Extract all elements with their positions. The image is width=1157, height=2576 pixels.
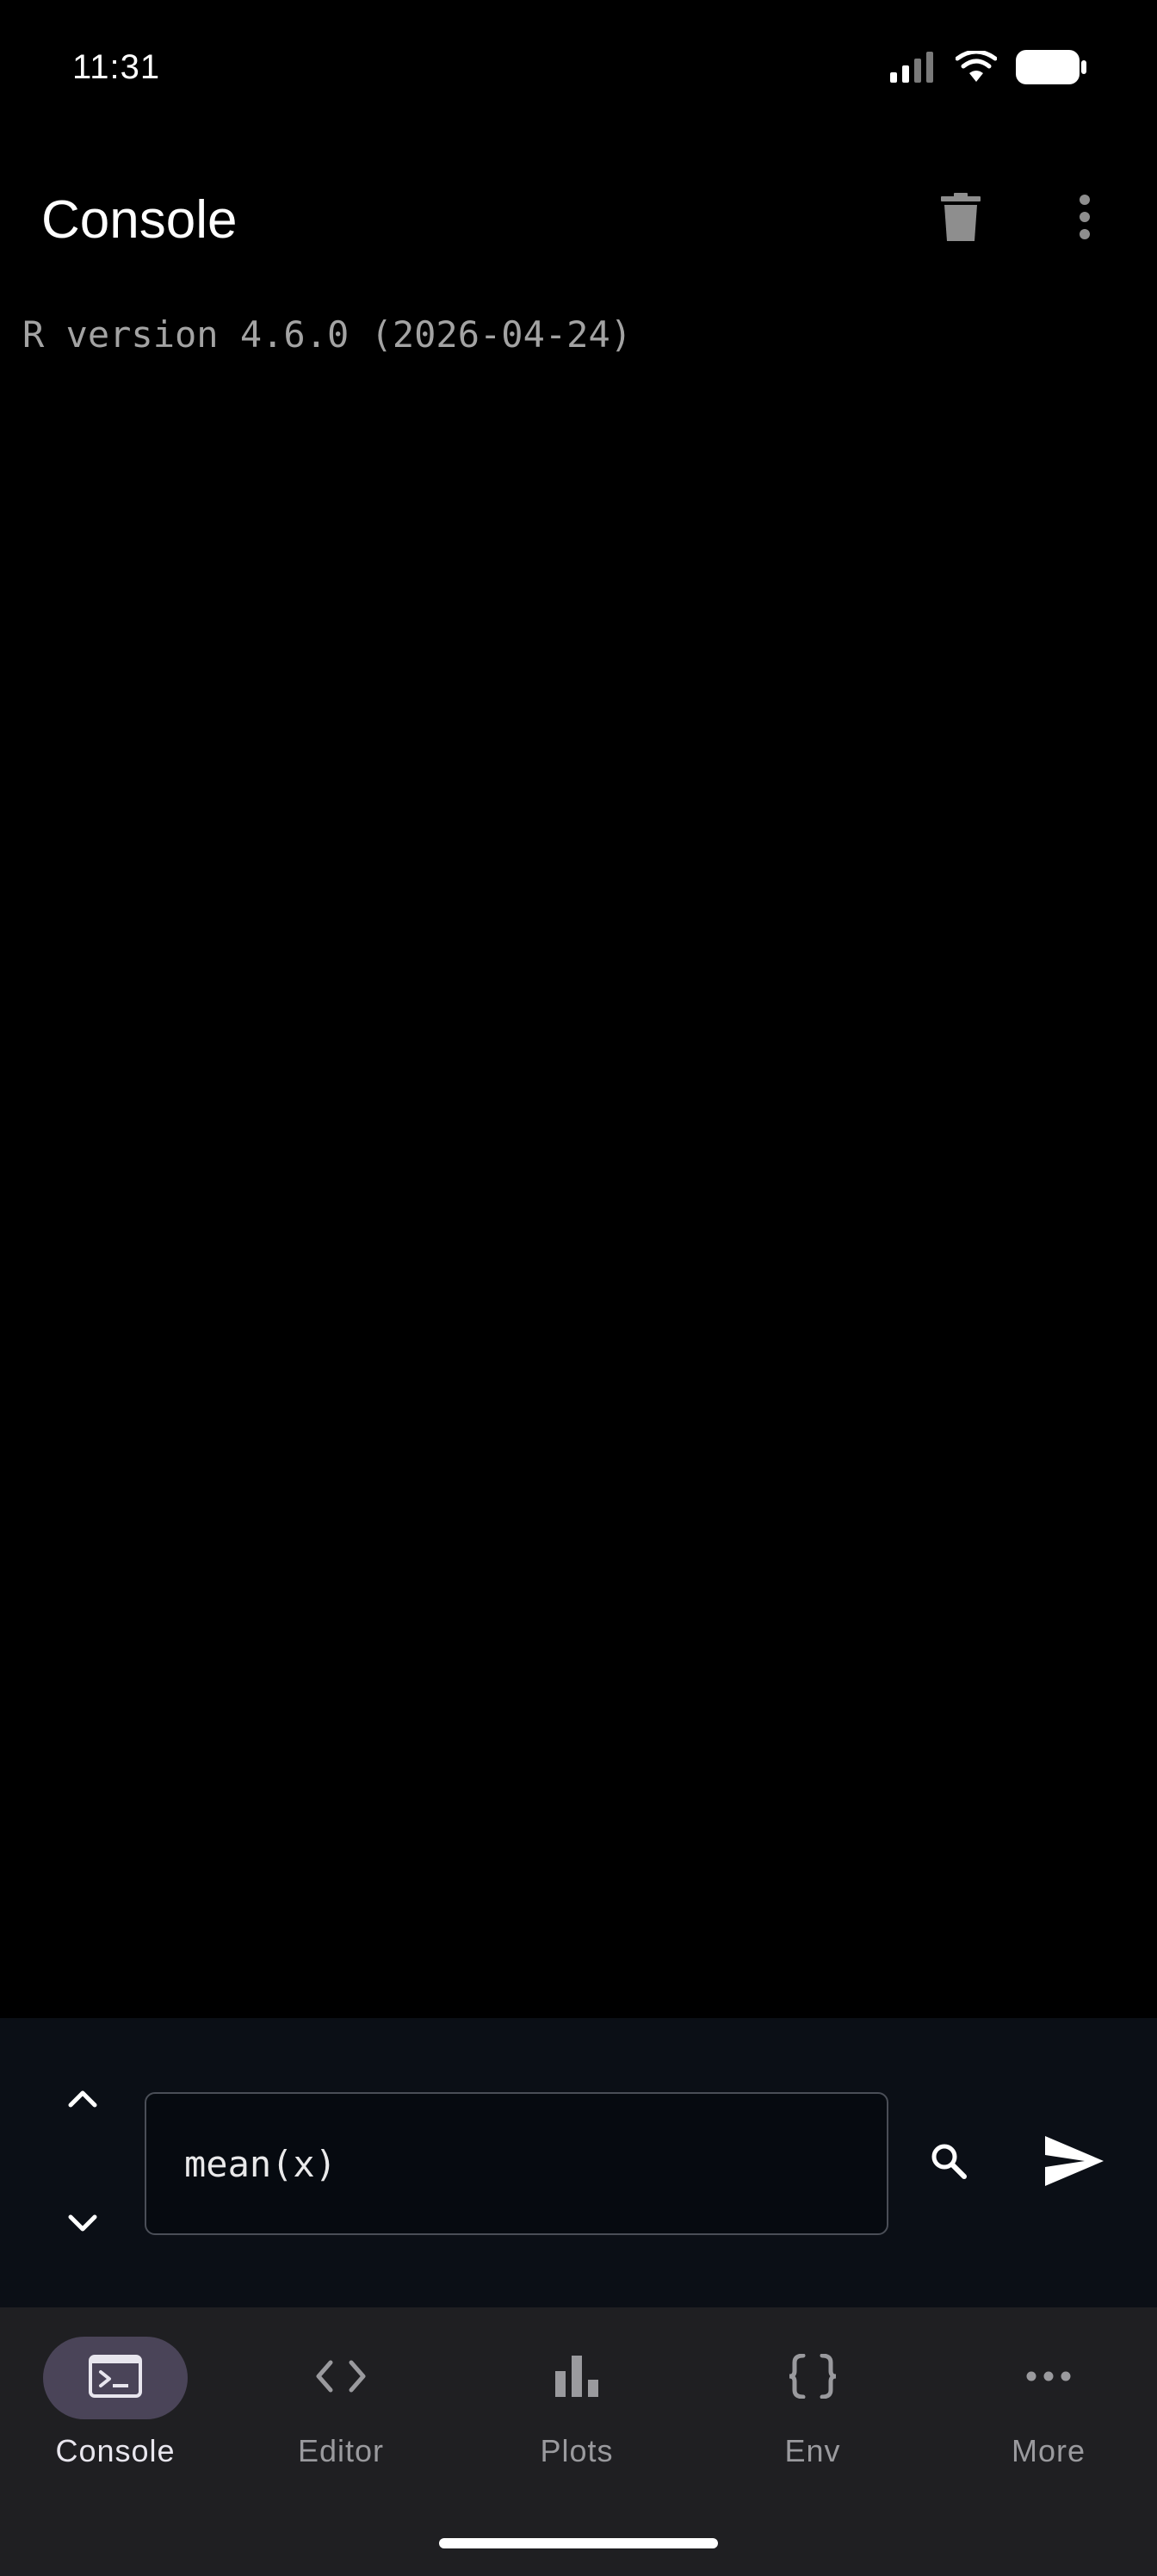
wifi-icon [955,49,998,88]
nav-label: More [1011,2433,1086,2468]
status-bar: 11:31 [0,0,1157,138]
nav-label: Console [55,2433,176,2468]
console-output-line: R version 4.6.0 (2026-04-24) [22,313,633,356]
clear-console-button[interactable] [926,184,995,253]
nav-item-more[interactable]: More [933,2337,1157,2509]
nav-item-plots[interactable]: Plots [461,2337,692,2509]
braces-icon [788,2353,838,2403]
nav-item-editor[interactable]: Editor [226,2337,456,2509]
search-button[interactable] [907,2121,990,2204]
status-time: 11:31 [72,48,161,86]
nav-icon-container [976,2337,1121,2419]
more-horiz-icon [1026,2370,1071,2386]
command-input[interactable] [145,2092,888,2235]
nav-item-console[interactable]: Console [0,2337,231,2509]
battery-icon [1016,49,1086,89]
history-up-button[interactable] [48,2066,117,2135]
chevron-down-icon [67,2214,98,2237]
nav-icon-container [740,2337,885,2419]
more-vert-icon [1079,194,1091,245]
page-title: Console [41,190,238,250]
search-icon [930,2142,968,2184]
delete-icon [941,192,981,245]
terminal-icon [89,2354,142,2402]
console-output[interactable]: R version 4.6.0 (2026-04-24) [0,293,1157,2006]
code-icon [315,2359,367,2398]
send-icon [1045,2135,1104,2190]
nav-label: Editor [297,2433,385,2468]
signal-icon [890,51,937,87]
nav-label: Plots [540,2433,614,2468]
nav-active-indicator [43,2337,188,2419]
nav-icon-container [504,2337,649,2419]
history-down-button[interactable] [48,2190,117,2259]
more-options-button[interactable] [1050,184,1119,253]
bar-chart-icon [555,2355,598,2401]
nav-label: Env [784,2433,841,2468]
home-indicator[interactable] [439,2538,718,2548]
nav-icon-container [269,2337,413,2419]
send-button[interactable] [1033,2121,1116,2204]
nav-item-env[interactable]: Env [697,2337,928,2509]
chevron-up-icon [67,2090,98,2113]
bottom-navigation: Console Editor Plots Env More [0,2307,1157,2576]
status-icons [890,49,1086,89]
app-bar: Console [0,165,1157,272]
